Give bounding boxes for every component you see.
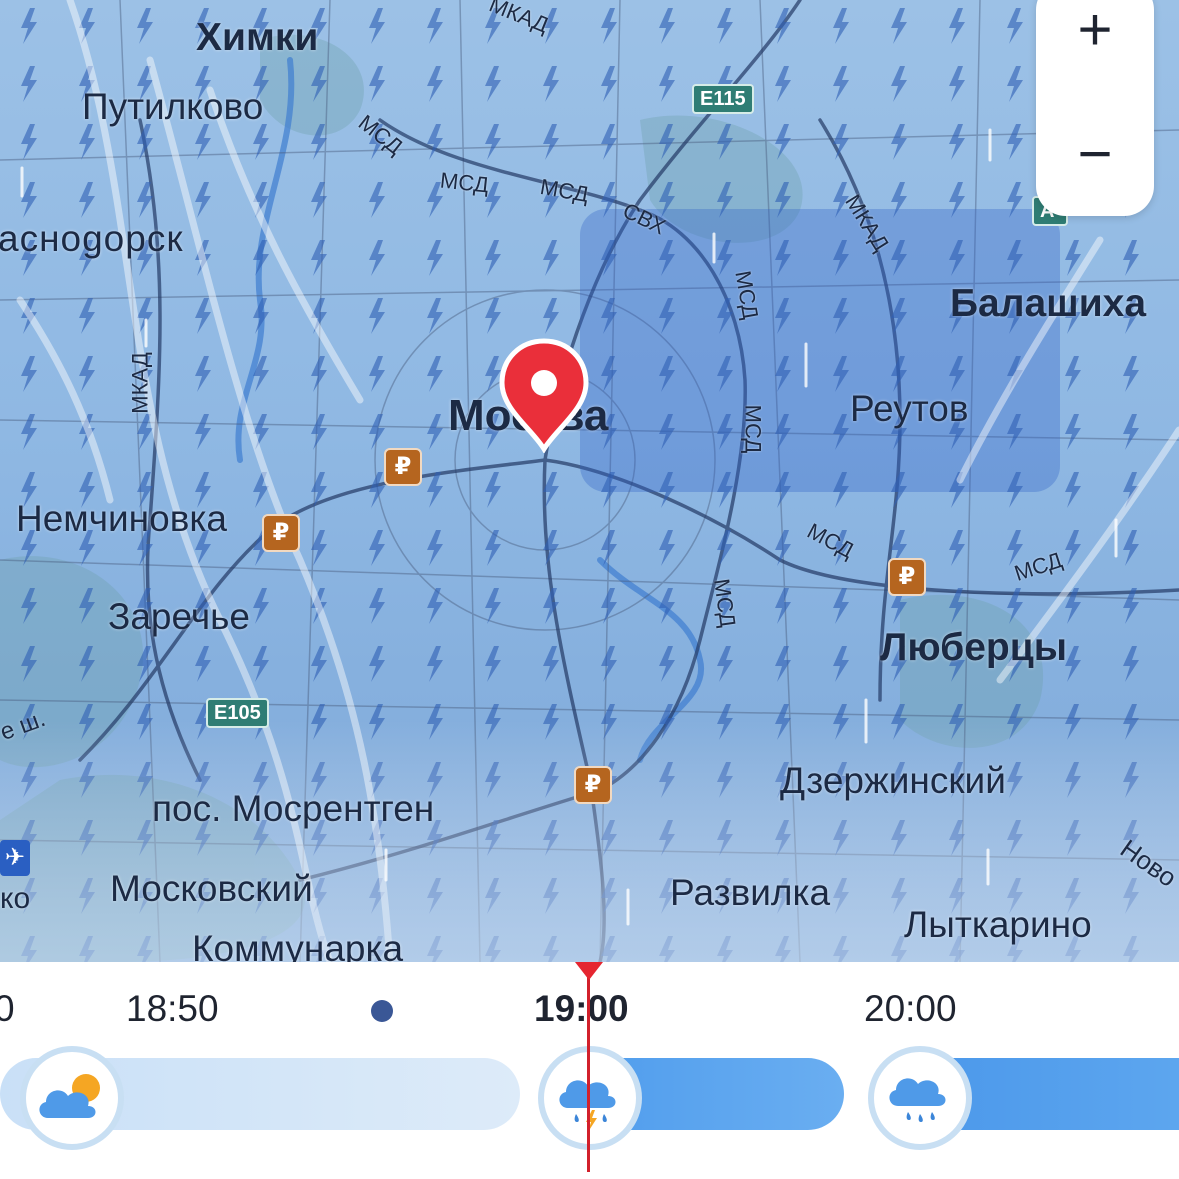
airport-icon[interactable]: ✈ [0, 840, 30, 876]
route-shield-e105: E105 [206, 698, 269, 728]
place-dzerzhinsky: Дзержинский [780, 760, 1006, 801]
zoom-out-button[interactable]: − [1036, 104, 1154, 204]
place-reutov: Реутов [850, 388, 969, 429]
time-label-1850[interactable]: 18:50 [126, 990, 219, 1027]
place-lyubertsy: Люберцы [880, 626, 1068, 669]
thunderstorm-rain-icon[interactable] [538, 1046, 642, 1150]
road-mkad-west: МКАД [127, 352, 153, 414]
poi-ruble-icon[interactable]: ₽ [262, 514, 300, 552]
place-moskovsky: Московский [110, 868, 313, 909]
rain-icon[interactable] [868, 1046, 972, 1150]
road-msd-5: МСД [740, 404, 766, 454]
poi-ruble-icon[interactable]: ₽ [888, 558, 926, 596]
location-pin-icon[interactable] [496, 337, 592, 453]
poi-ruble-icon[interactable]: ₽ [384, 448, 422, 486]
time-label-2000[interactable]: 20:00 [864, 990, 957, 1027]
place-zarechye: Заречье [108, 596, 250, 637]
place-khimki: Химки [196, 16, 319, 59]
road-msd-8: МСД [709, 577, 741, 629]
place-razvilka: Развилка [670, 872, 831, 913]
time-label-partial: 0 [0, 988, 15, 1029]
poi-ruble-icon[interactable]: ₽ [574, 766, 612, 804]
place-putilkovo: Путилково [82, 86, 264, 127]
place-krasnogorsk: аснogорск [0, 218, 184, 259]
current-time-line[interactable] [587, 962, 590, 1172]
place-kommunarka: Коммунарка [192, 928, 404, 962]
place-balashikha: Балашиха [950, 282, 1147, 325]
timeline-dot-icon [371, 1000, 393, 1022]
place-vnukovo-fragment: ко [0, 882, 31, 915]
place-lytkarino: Лыткарино [904, 904, 1092, 945]
time-label-1900[interactable]: 19:00 [534, 990, 629, 1027]
current-time-marker-icon[interactable] [575, 962, 603, 980]
zoom-control: + − [1036, 0, 1154, 216]
partly-cloudy-icon[interactable] [20, 1046, 124, 1150]
place-mosrentgen: пос. Мосрентген [152, 788, 435, 829]
place-nemchinovka: Немчиновка [16, 498, 227, 539]
road-msd-2: МСД [438, 167, 490, 198]
zoom-in-button[interactable]: + [1036, 0, 1154, 80]
route-shield-e115: E115 [692, 84, 754, 114]
weather-map[interactable]: Химки Путилково аснogорск Москва Балаших… [0, 0, 1179, 962]
